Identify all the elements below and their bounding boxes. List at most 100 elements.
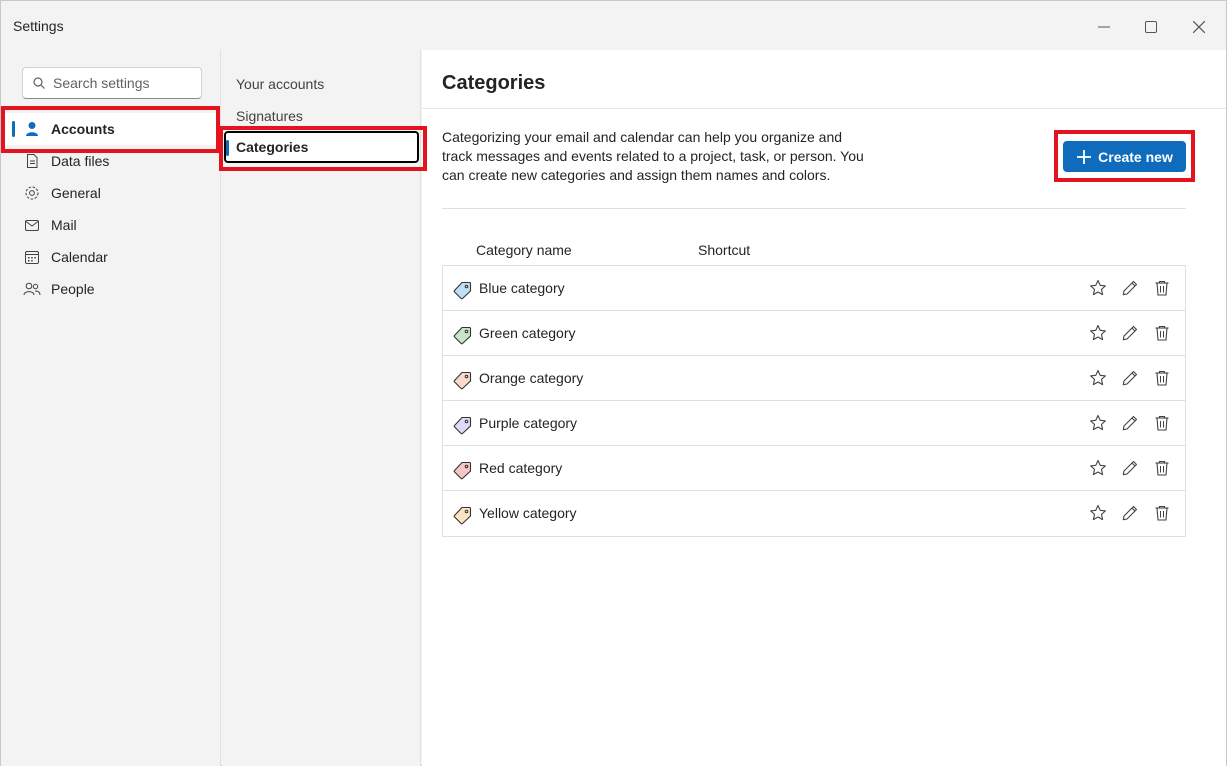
minimize-icon — [1098, 26, 1110, 28]
tag-icon — [453, 371, 472, 390]
gear-icon — [23, 184, 41, 202]
nav-item-label: Calendar — [51, 249, 108, 265]
category-row[interactable]: Red category — [443, 446, 1185, 491]
tag-icon — [453, 506, 472, 525]
edit-button[interactable] — [1119, 457, 1141, 479]
subnav-item-categories[interactable]: Categories — [224, 131, 419, 163]
nav-item-data-files[interactable]: Data files — [1, 145, 219, 177]
maximize-icon — [1145, 21, 1157, 33]
subnav-item-label: Your accounts — [236, 76, 325, 92]
tag-icon — [453, 326, 472, 345]
settings-nav: Accounts Data files General Mail Calenda… — [1, 50, 221, 766]
star-icon — [1090, 504, 1106, 521]
tag-icon — [453, 416, 472, 435]
category-name: Orange category — [479, 370, 584, 386]
delete-button[interactable] — [1151, 457, 1173, 479]
page-title: Categories — [442, 72, 546, 94]
category-row[interactable]: Orange category — [443, 356, 1185, 401]
settings-window: Settings Accounts Data files — [0, 0, 1227, 766]
category-name: Purple category — [479, 415, 578, 431]
maximize-button[interactable] — [1128, 11, 1174, 43]
nav-item-label: General — [51, 185, 101, 201]
edit-button[interactable] — [1119, 412, 1141, 434]
create-new-label: Create new — [1098, 148, 1173, 165]
people-icon — [23, 280, 41, 298]
favorite-button[interactable] — [1087, 457, 1109, 479]
subnav-item-label: Categories — [236, 139, 309, 155]
nav-item-mail[interactable]: Mail — [1, 209, 219, 241]
pencil-icon — [1122, 505, 1138, 521]
column-header-name: Category name — [476, 242, 572, 258]
category-name: Yellow category — [479, 505, 577, 521]
nav-item-accounts[interactable]: Accounts — [1, 113, 219, 145]
person-icon — [23, 120, 41, 138]
edit-button[interactable] — [1119, 502, 1141, 524]
search-input[interactable] — [53, 75, 193, 91]
favorite-button[interactable] — [1087, 412, 1109, 434]
trash-icon — [1155, 505, 1169, 521]
delete-button[interactable] — [1151, 322, 1173, 344]
window-title: Settings — [13, 18, 64, 34]
subnav-item-signatures[interactable]: Signatures — [224, 100, 419, 132]
delete-button[interactable] — [1151, 277, 1173, 299]
categories-panel: Categories Categorizing your email and c… — [422, 50, 1226, 766]
selection-indicator — [12, 121, 15, 137]
favorite-button[interactable] — [1087, 322, 1109, 344]
create-new-button[interactable]: Create new — [1063, 141, 1186, 172]
category-name: Red category — [479, 460, 563, 476]
edit-button[interactable] — [1119, 367, 1141, 389]
nav-item-label: Mail — [51, 217, 77, 233]
tag-icon — [453, 461, 472, 480]
edit-button[interactable] — [1119, 322, 1141, 344]
categories-table: Blue category Green category Orange catego… — [442, 265, 1186, 537]
document-icon — [23, 152, 41, 170]
category-row[interactable]: Purple category — [443, 401, 1185, 446]
delete-button[interactable] — [1151, 502, 1173, 524]
pencil-icon — [1122, 415, 1138, 431]
pencil-icon — [1122, 370, 1138, 386]
trash-icon — [1155, 415, 1169, 431]
subnav-item-your-accounts[interactable]: Your accounts — [224, 68, 419, 100]
tag-icon — [453, 281, 472, 300]
category-row[interactable]: Blue category — [443, 266, 1185, 311]
star-icon — [1090, 369, 1106, 386]
minimize-button[interactable] — [1081, 11, 1127, 43]
trash-icon — [1155, 280, 1169, 296]
title-bar: Settings — [1, 1, 1226, 50]
header-divider — [422, 108, 1226, 109]
favorite-button[interactable] — [1087, 277, 1109, 299]
star-icon — [1090, 279, 1106, 296]
calendar-icon — [23, 248, 41, 266]
pencil-icon — [1122, 280, 1138, 296]
category-row[interactable]: Green category — [443, 311, 1185, 356]
pencil-icon — [1122, 325, 1138, 341]
nav-item-label: Accounts — [51, 121, 115, 137]
trash-icon — [1155, 370, 1169, 386]
nav-item-calendar[interactable]: Calendar — [1, 241, 219, 273]
nav-item-label: People — [51, 281, 95, 297]
subnav-item-label: Signatures — [236, 108, 303, 124]
favorite-button[interactable] — [1087, 367, 1109, 389]
edit-button[interactable] — [1119, 277, 1141, 299]
search-icon — [33, 77, 45, 89]
nav-item-label: Data files — [51, 153, 110, 169]
selection-indicator — [226, 140, 229, 156]
trash-icon — [1155, 325, 1169, 341]
delete-button[interactable] — [1151, 367, 1173, 389]
category-name: Green category — [479, 325, 576, 341]
trash-icon — [1155, 460, 1169, 476]
mail-icon — [23, 216, 41, 234]
delete-button[interactable] — [1151, 412, 1173, 434]
category-row[interactable]: Yellow category — [443, 491, 1185, 536]
nav-item-people[interactable]: People — [1, 273, 219, 305]
close-button[interactable] — [1176, 11, 1222, 43]
favorite-button[interactable] — [1087, 502, 1109, 524]
search-box[interactable] — [22, 67, 202, 99]
star-icon — [1090, 459, 1106, 476]
star-icon — [1090, 414, 1106, 431]
pencil-icon — [1122, 460, 1138, 476]
column-header-shortcut: Shortcut — [698, 242, 751, 258]
accounts-subnav: Your accounts Signatures Categories — [222, 50, 421, 766]
nav-item-general[interactable]: General — [1, 177, 219, 209]
plus-icon — [1077, 149, 1092, 164]
